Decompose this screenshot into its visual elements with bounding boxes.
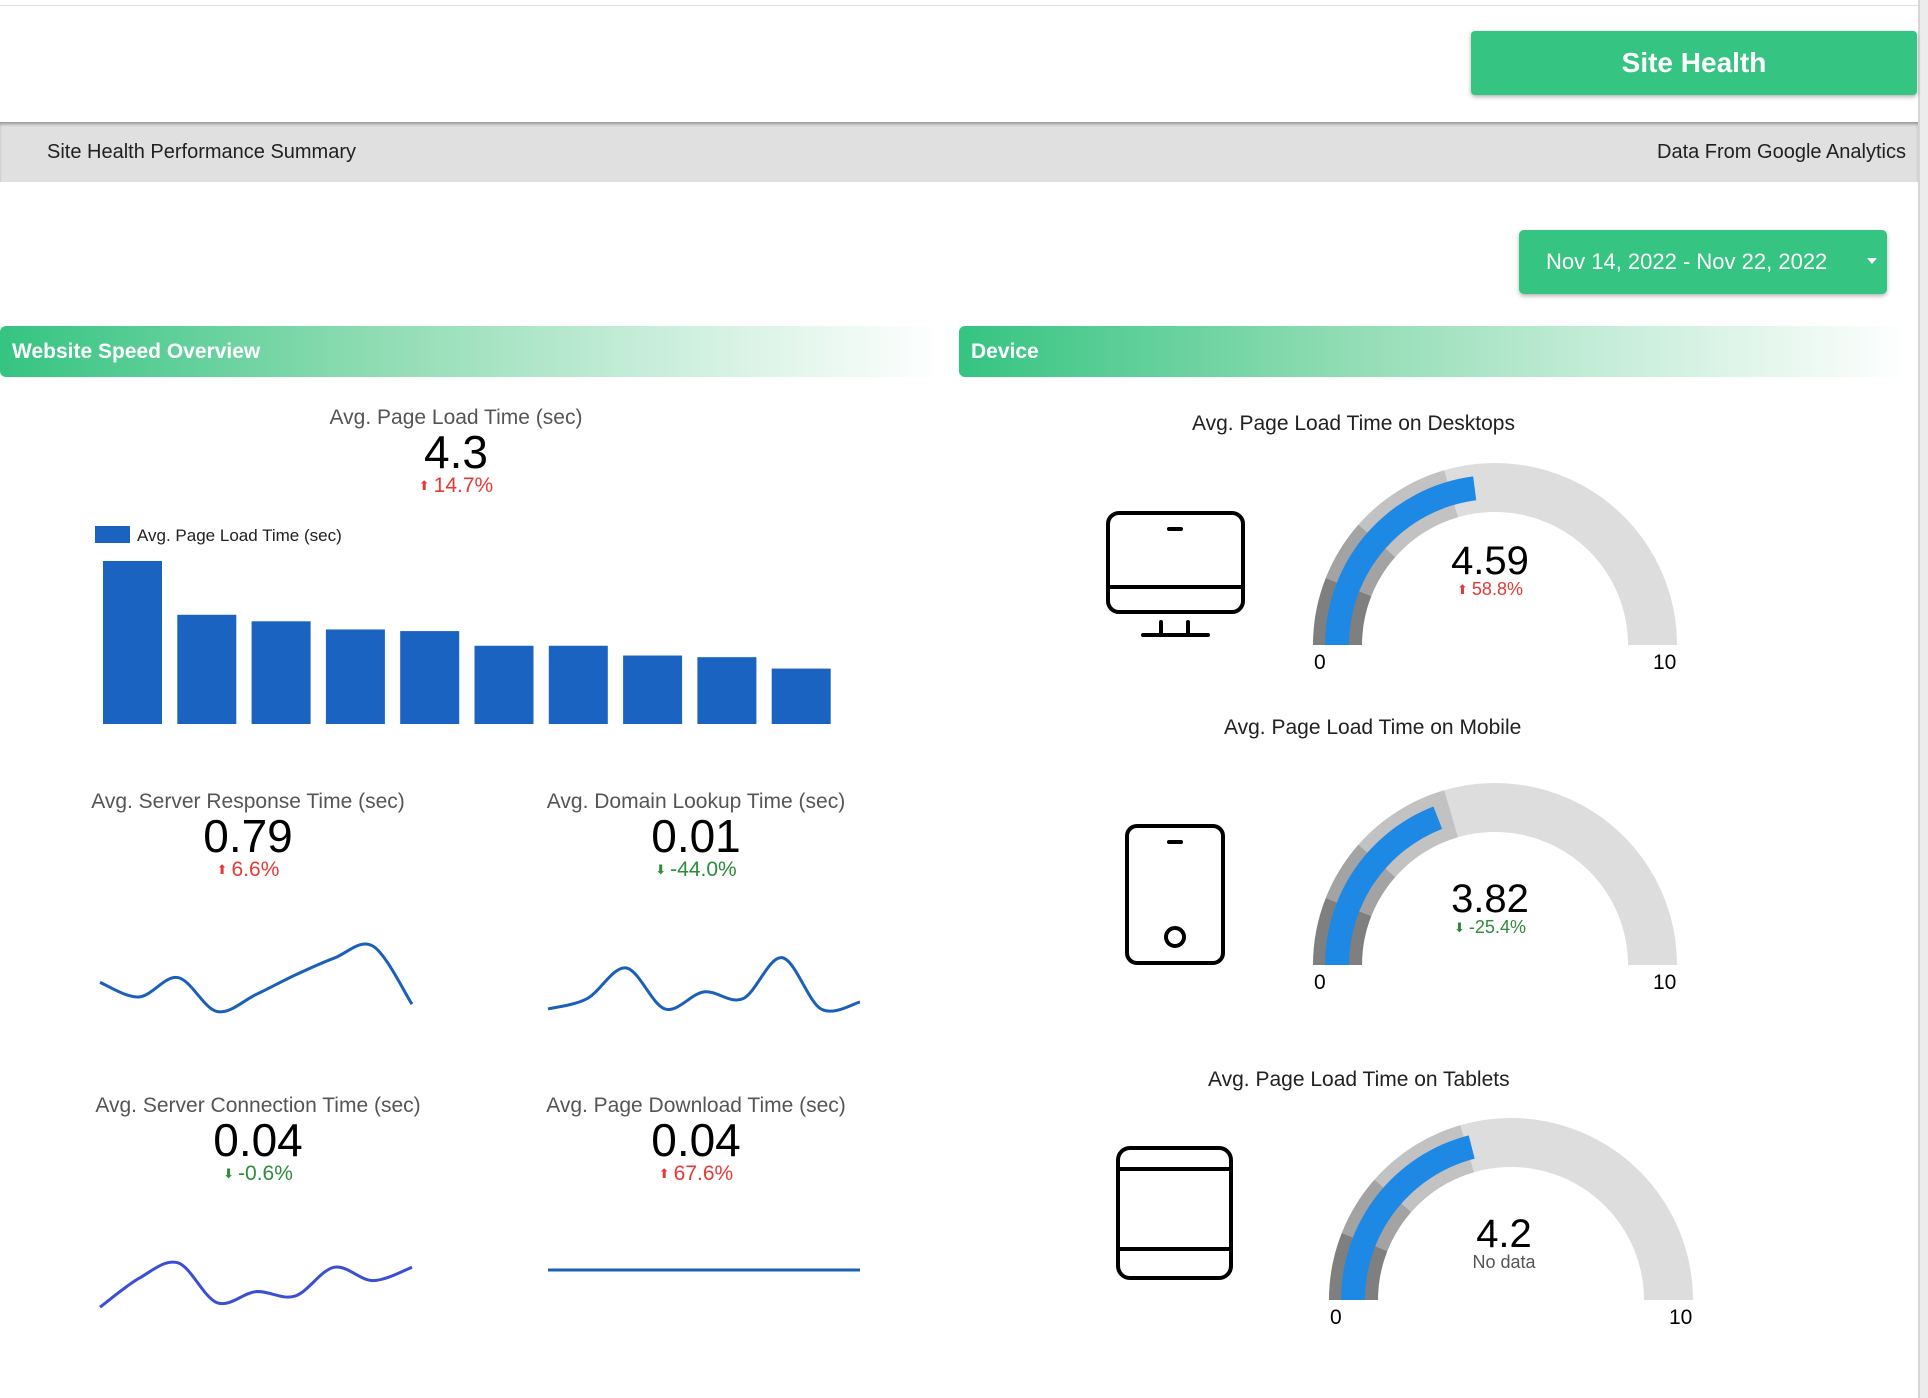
desktop-icon <box>1106 511 1245 637</box>
desktop-gauge-readout: 4.59 ⬆ 58.8% <box>1410 539 1570 599</box>
bar-7[interactable] <box>548 645 608 724</box>
tablet-gauge <box>1329 1118 1693 1300</box>
kpi-delta: ⬇ -44.0% <box>516 858 876 882</box>
section-header-website-speed: Website Speed Overview <box>0 326 940 377</box>
kpi-server-connection: Avg. Server Connection Time (sec) 0.04 ⬇… <box>68 1094 448 1186</box>
gauge-value: 4.59 <box>1451 539 1529 583</box>
chevron-down-icon[interactable] <box>1867 258 1877 264</box>
kpi-delta: ⬆ 6.6% <box>68 858 428 882</box>
bar-5[interactable] <box>400 631 460 724</box>
page-download-sparkline <box>547 1268 860 1272</box>
tablet-gauge-readout: 4.2 No data <box>1424 1212 1584 1272</box>
bar-10[interactable] <box>771 668 831 724</box>
bar-3[interactable] <box>251 621 311 724</box>
gauge-no-data: No data <box>1472 1252 1536 1272</box>
kpi-delta-text: 67.6% <box>673 1162 734 1185</box>
gauge-value: 3.82 <box>1451 877 1529 921</box>
arrow-up-icon: ⬆ <box>216 862 228 878</box>
kpi-value: 0.04 <box>651 1114 741 1166</box>
arrow-up-icon: ⬆ <box>1457 582 1468 598</box>
kpi-delta: ⬇ -0.6% <box>68 1162 448 1186</box>
gauge-delta-text: -25.4% <box>1468 917 1526 937</box>
tablet-title: Avg. Page Load Time on Tablets <box>1208 1068 1510 1091</box>
desktop-title: Avg. Page Load Time on Desktops <box>1192 412 1515 435</box>
sparkline-series <box>99 942 414 1014</box>
section-title: Device <box>971 339 1039 363</box>
kpi-delta-text: -0.6% <box>238 1162 293 1185</box>
server-response-sparkline <box>99 942 414 1014</box>
kpi-value: 4.3 <box>424 426 488 478</box>
page-load-bar-chart: Avg. Page Load Time (sec) <box>95 526 831 724</box>
legend-label: Avg. Page Load Time (sec) <box>137 526 342 545</box>
gauge-delta-text: 58.8% <box>1471 579 1523 599</box>
sparkline-series <box>547 956 861 1013</box>
gauge-max-label: 10 <box>1653 651 1677 674</box>
kpi-delta: ⬆ 67.6% <box>516 1162 876 1186</box>
tablet-icon <box>1116 1146 1233 1280</box>
kpi-page-download: Avg. Page Download Time (sec) 0.04 ⬆ 67.6… <box>516 1094 876 1186</box>
gauge-min-label: 0 <box>1314 651 1326 674</box>
kpi-delta-text: 14.7% <box>433 474 494 497</box>
bar-4[interactable] <box>325 629 385 724</box>
subheader-bar: Site Health Performance Summary Data Fro… <box>0 122 1918 182</box>
top-border <box>0 0 1918 6</box>
arrow-down-icon: ⬇ <box>655 862 667 878</box>
kpi-delta: ⬆ 14.7% <box>256 474 656 498</box>
report-subtitle: Site Health Performance Summary <box>47 140 357 163</box>
data-source-label: Data From Google Analytics <box>1657 140 1906 163</box>
kpi-value: 0.01 <box>651 810 741 862</box>
arrow-down-icon: ⬇ <box>1454 920 1465 936</box>
site-health-button[interactable]: Site Health <box>1471 31 1917 95</box>
kpi-delta-text: 6.6% <box>231 858 280 881</box>
arrow-up-icon: ⬆ <box>418 478 430 494</box>
bar-9[interactable] <box>697 657 757 724</box>
arrow-up-icon: ⬆ <box>658 1166 670 1182</box>
kpi-domain-lookup: Avg. Domain Lookup Time (sec) 0.01 ⬇ -44.… <box>516 790 876 882</box>
kpi-value: 0.79 <box>203 810 293 862</box>
gauge-max-label: 10 <box>1653 971 1677 994</box>
bar-6[interactable] <box>474 645 534 724</box>
legend-swatch <box>95 526 130 543</box>
scrollbar[interactable] <box>1918 0 1928 1398</box>
arrow-down-icon: ⬇ <box>223 1166 235 1182</box>
kpi-page-load: Avg. Page Load Time (sec) 4.3 ⬆ 14.7% <box>256 406 656 498</box>
mobile-gauge <box>1313 783 1677 965</box>
date-range-value: Nov 14, 2022 - Nov 22, 2022 <box>1546 249 1828 274</box>
bar-8[interactable] <box>623 655 683 724</box>
kpi-server-response: Avg. Server Response Time (sec) 0.79 ⬆ 6.… <box>68 790 428 882</box>
bar-1[interactable] <box>103 561 162 724</box>
gauge-delta: ⬆ 58.8% <box>1410 580 1570 599</box>
sparkline-series <box>99 1260 413 1309</box>
gauge-min-label: 0 <box>1314 971 1326 994</box>
section-title: Website Speed Overview <box>12 339 261 363</box>
gauge-value: 4.2 <box>1476 1212 1532 1256</box>
mobile-icon <box>1125 824 1225 965</box>
gauge-min-label: 0 <box>1330 1306 1342 1329</box>
bar-2[interactable] <box>177 614 237 724</box>
date-range-picker[interactable]: Nov 14, 2022 - Nov 22, 2022 <box>1519 230 1887 294</box>
section-header-device: Device <box>959 326 1909 377</box>
mobile-title: Avg. Page Load Time on Mobile <box>1224 716 1522 739</box>
domain-lookup-sparkline <box>547 956 861 1013</box>
kpi-value: 0.04 <box>213 1114 303 1166</box>
mobile-gauge-readout: 3.82 ⬇ -25.4% <box>1410 877 1570 937</box>
kpi-delta-text: -44.0% <box>670 858 737 881</box>
gauge-delta: ⬇ -25.4% <box>1410 918 1570 937</box>
gauge-max-label: 10 <box>1669 1306 1693 1329</box>
server-connection-sparkline <box>99 1260 413 1309</box>
